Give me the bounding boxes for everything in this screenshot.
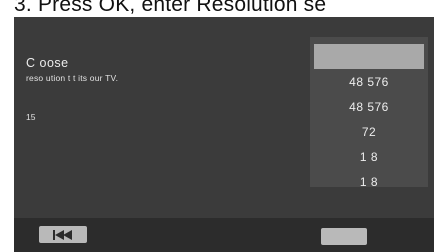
resolution-item[interactable]: 1 8 <box>310 169 428 194</box>
current-value: 15 <box>26 112 36 122</box>
tv-screen: C oose reso ution t t its our TV. 15 48 … <box>14 17 434 252</box>
previous-button[interactable] <box>39 226 87 243</box>
instruction-caption: 3. Press OK, enter Resolution se <box>14 0 327 16</box>
bottom-bar <box>14 218 434 252</box>
skip-to-start-icon <box>53 229 72 240</box>
resolution-list: 48 576 48 576 72 1 8 1 8 <box>310 37 428 189</box>
dialog-subtitle: reso ution t t its our TV. <box>26 73 119 83</box>
resolution-item[interactable]: 48 576 <box>310 69 428 94</box>
dialog-title: C oose <box>26 56 69 70</box>
resolution-item-selected[interactable] <box>314 44 424 69</box>
resolution-item[interactable]: 48 576 <box>310 94 428 119</box>
resolution-item[interactable]: 72 <box>310 119 428 144</box>
resolution-item[interactable]: 1 8 <box>310 144 428 169</box>
ok-button[interactable] <box>321 228 367 245</box>
